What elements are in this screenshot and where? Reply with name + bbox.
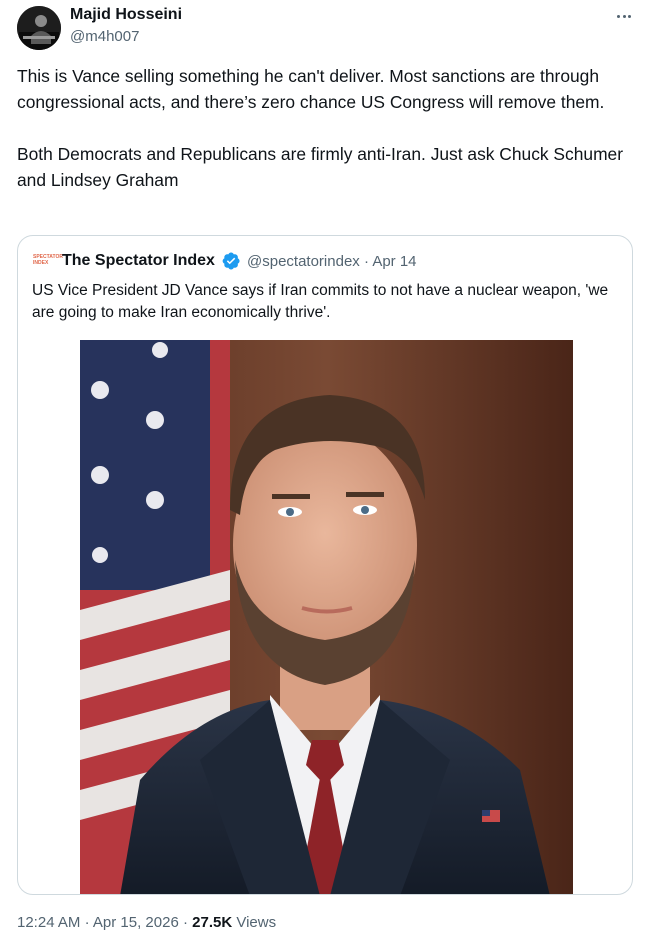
- tweet-time[interactable]: 12:24 AM: [17, 914, 80, 931]
- quoted-date[interactable]: Apr 14: [372, 253, 416, 270]
- meta-separator: ·: [363, 253, 369, 270]
- quoted-tweet-text: US Vice President JD Vance says if Iran …: [32, 282, 609, 321]
- author-name[interactable]: Majid Hosseini: [70, 6, 182, 24]
- tweet-date[interactable]: Apr 15, 2026: [93, 914, 179, 931]
- tweet-text: This is Vance selling something he can't…: [17, 66, 624, 190]
- quoted-author-meta[interactable]: @spectatorindex · Apr 14: [247, 253, 417, 270]
- quoted-author-handle[interactable]: @spectatorindex: [247, 253, 360, 270]
- more-icon[interactable]: [612, 6, 636, 26]
- author-handle[interactable]: @m4h007: [70, 28, 139, 45]
- author-avatar[interactable]: [17, 6, 61, 50]
- quoted-author-name[interactable]: The Spectator Index: [62, 252, 215, 270]
- quoted-tweet[interactable]: SPECTATOR INDEX The Spectator Index @spe…: [17, 235, 633, 895]
- footer-separator: ·: [84, 914, 90, 931]
- verified-badge-icon: [222, 252, 240, 270]
- spectator-index-logo: SPECTATOR INDEX: [33, 254, 64, 266]
- quoted-tweet-photo[interactable]: [80, 340, 573, 894]
- footer-separator: ·: [182, 914, 188, 931]
- views-count[interactable]: 27.5K: [192, 914, 232, 931]
- views-label: Views: [236, 914, 277, 931]
- tweet-footer: 12:24 AM · Apr 15, 2026 · 27.5K Views: [17, 914, 276, 931]
